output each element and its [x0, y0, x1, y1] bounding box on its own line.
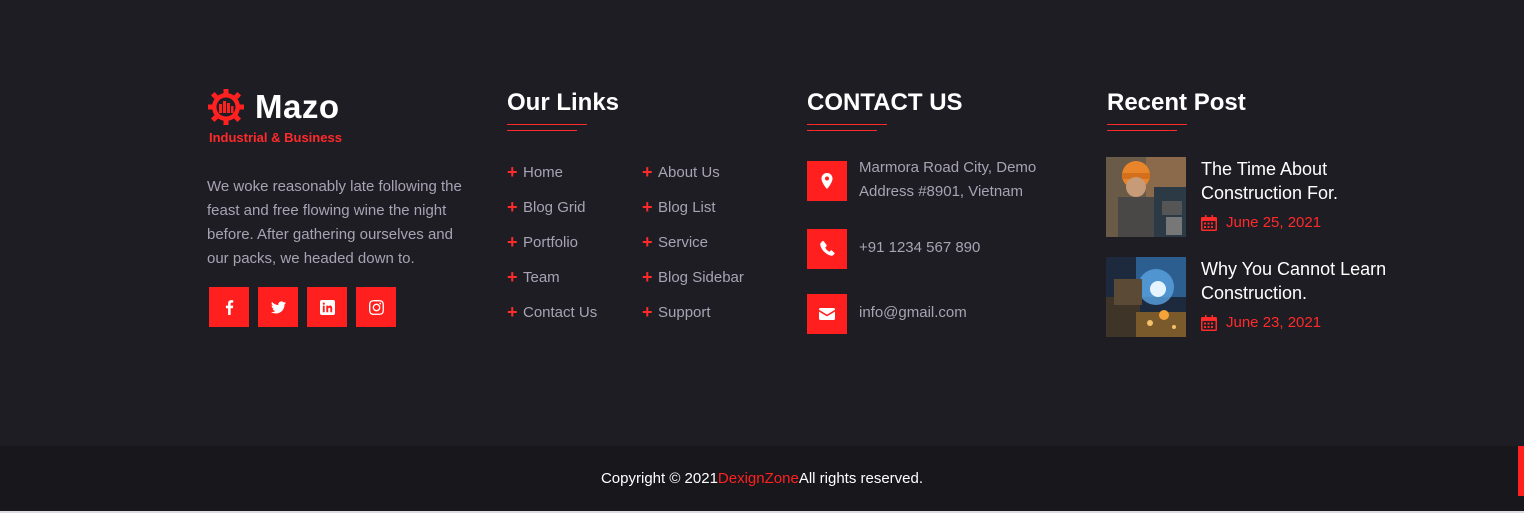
twitter-button[interactable] — [258, 287, 298, 327]
post-thumbnail[interactable] — [1106, 257, 1186, 337]
plus-icon: + — [507, 267, 518, 287]
linkedin-icon — [319, 299, 335, 315]
instagram-button[interactable] — [356, 287, 396, 327]
recent-post-heading: Recent Post — [1107, 89, 1246, 116]
recent-post-item[interactable]: The Time About Construction For. June 25… — [1106, 157, 1401, 237]
plus-icon: + — [507, 197, 518, 217]
heading-underline — [507, 124, 587, 125]
post-title[interactable]: The Time About Construction For. — [1201, 157, 1401, 205]
plus-icon: + — [507, 302, 518, 322]
plus-icon: + — [642, 197, 653, 217]
footer-link-home[interactable]: + Home — [507, 163, 597, 181]
heading-underline — [507, 130, 577, 131]
gear-logo-icon — [208, 89, 244, 125]
footer-link-blog-grid[interactable]: + Blog Grid — [507, 198, 597, 216]
plus-icon: + — [507, 162, 518, 182]
heading-underline — [1107, 124, 1187, 125]
address-text: Marmora Road City, Demo Address #8901, V… — [859, 159, 1037, 200]
post-thumbnail[interactable] — [1106, 157, 1186, 237]
links-column-2: + About Us + Blog List + Service + Blog Side… — [642, 163, 744, 321]
social-links — [209, 287, 477, 327]
calendar-icon — [1201, 214, 1217, 231]
contact-address: Marmora Road City, Demo Address #8901, V… — [807, 159, 1059, 204]
instagram-icon — [368, 299, 384, 315]
links-column-1: + Home + Blog Grid + Portfolio + Team + Conta… — [507, 163, 597, 321]
post-date: June 23, 2021 — [1201, 314, 1401, 331]
brand-tagline: Industrial & Business — [209, 130, 342, 145]
links-heading: Our Links — [507, 89, 620, 116]
envelope-icon — [807, 294, 847, 334]
contact-email[interactable]: info@gmail.com — [807, 294, 1059, 334]
twitter-icon — [270, 300, 286, 313]
footer-link-support[interactable]: + Support — [642, 303, 744, 321]
copyright-text: Copyright © 2021DexignZoneAll rights res… — [600, 470, 924, 487]
contact-heading: CONTACT US — [807, 89, 963, 116]
plus-icon: + — [642, 302, 653, 322]
heading-underline — [1107, 130, 1177, 131]
map-pin-icon — [807, 161, 847, 201]
post-date: June 25, 2021 — [1201, 214, 1401, 231]
phone-text: +91 1234 567 890 — [859, 239, 981, 256]
email-text: info@gmail.com — [859, 304, 967, 321]
company-link[interactable]: DexignZone — [718, 470, 799, 487]
heading-underline — [807, 124, 887, 125]
footer-link-about-us[interactable]: + About Us — [642, 163, 744, 181]
footer-link-blog-sidebar[interactable]: + Blog Sidebar — [642, 268, 744, 286]
phone-icon — [807, 229, 847, 269]
plus-icon: + — [642, 232, 653, 252]
facebook-button[interactable] — [209, 287, 249, 327]
plus-icon: + — [507, 232, 518, 252]
brand-column: Mazo Industrial & Business We woke reaso… — [207, 88, 477, 327]
plus-icon: + — [642, 162, 653, 182]
logo[interactable]: Mazo — [207, 88, 477, 126]
about-text: We woke reasonably late following the fe… — [207, 178, 462, 267]
contact-phone[interactable]: +91 1234 567 890 — [807, 229, 1059, 269]
footer-link-team[interactable]: + Team — [507, 268, 597, 286]
recent-post-item[interactable]: Why You Cannot Learn Construction. June … — [1106, 257, 1401, 337]
plus-icon: + — [642, 267, 653, 287]
post-title[interactable]: Why You Cannot Learn Construction. — [1201, 257, 1401, 305]
brand-name: Mazo — [255, 88, 340, 125]
facebook-icon — [225, 299, 233, 315]
post-body: Why You Cannot Learn Construction. June … — [1201, 257, 1401, 337]
heading-underline — [807, 130, 877, 131]
footer-link-portfolio[interactable]: + Portfolio — [507, 233, 597, 251]
calendar-icon — [1201, 314, 1217, 331]
footer-link-service[interactable]: + Service — [642, 233, 744, 251]
footer-link-contact-us[interactable]: + Contact Us — [507, 303, 597, 321]
post-body: The Time About Construction For. June 25… — [1201, 157, 1401, 237]
linkedin-button[interactable] — [307, 287, 347, 327]
footer-link-blog-list[interactable]: + Blog List — [642, 198, 744, 216]
